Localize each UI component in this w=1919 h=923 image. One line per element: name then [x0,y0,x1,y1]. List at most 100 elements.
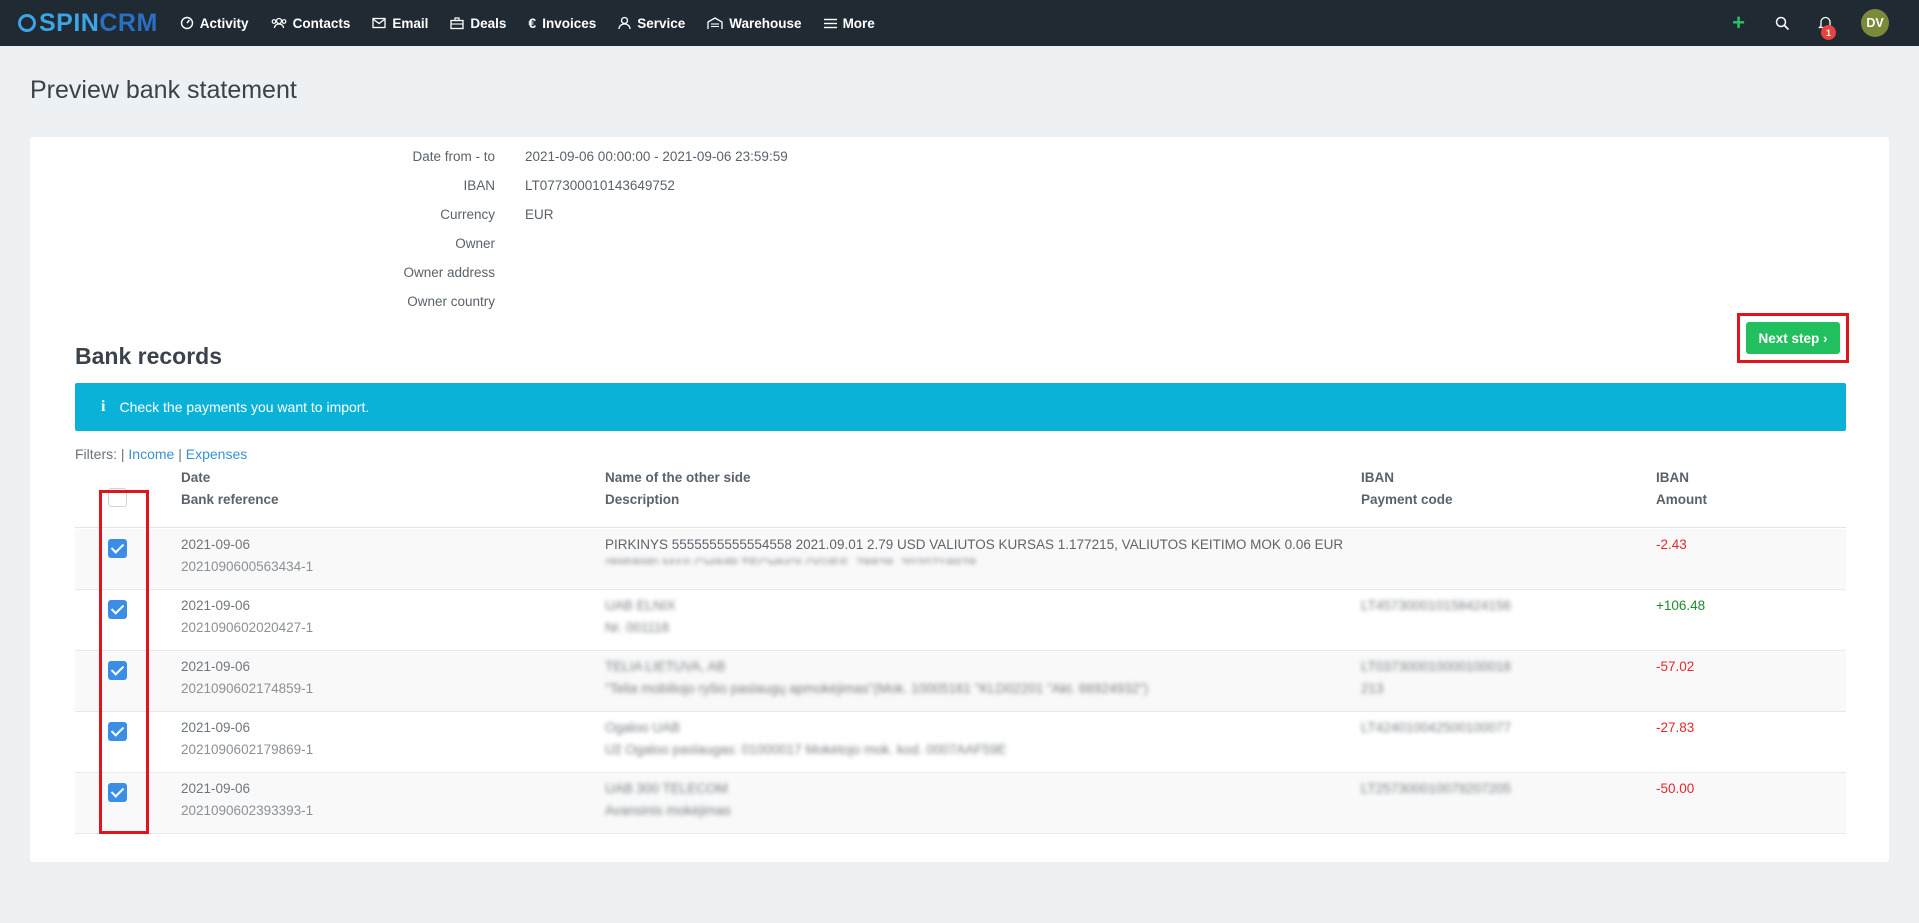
row-iban: LT037300010000100018 [1361,659,1511,674]
nav-activity[interactable]: Activity [180,16,249,31]
currency-label: Currency [440,207,495,222]
owner-label: Owner [455,236,495,251]
user-avatar[interactable]: DV [1861,9,1889,37]
iban-label: IBAN [463,178,495,193]
table-row: 2021-09-06 2021090602393393-1 UAB 300 TE… [75,773,1846,834]
row-other-side-name: Ogaloo UAB [605,720,681,735]
nav-more[interactable]: More [823,15,875,31]
row-reference: 2021090602179869-1 [181,742,314,757]
service-icon [618,16,631,30]
owner-country-label: Owner country [407,294,495,309]
notifications-button[interactable]: 1 [1818,15,1836,40]
row-amount: -27.83 [1656,720,1695,735]
info-alert: i Check the payments you want to import. [75,383,1846,431]
row-date: 2021-09-06 [181,537,251,552]
row-description: (895898) MAILCHIMP TECHNOLOGIES, 78828, … [605,556,976,564]
statement-card: Date from - to 2021-09-06 00:00:00 - 202… [30,137,1889,862]
row-amount: -57.02 [1656,659,1695,674]
owner-address-label: Owner address [403,265,495,280]
nav-service[interactable]: Service [618,16,685,31]
nav-warehouse-label: Warehouse [729,15,802,31]
table-row: 2021-09-06 2021090602020427-1 UAB ELNIX … [75,590,1846,651]
bank-records-title: Bank records [75,343,223,369]
logo-text-spin: SPIN [39,8,100,37]
add-new-button[interactable]: + [1732,12,1745,34]
euro-icon: € [528,15,537,31]
filters-bar: Filters: | Income | Expenses [75,446,247,462]
row-other-side-name: UAB 300 TELECOM [605,781,728,796]
row-payment-code: 213 [1361,681,1384,696]
header-description: Description [605,492,680,507]
envelope-icon [372,17,386,29]
date-range-label: Date from - to [412,149,495,164]
table-row: 2021-09-06 2021090602174859-1 TELIA LIET… [75,651,1846,712]
row-amount: -2.43 [1656,537,1687,552]
filter-income-link[interactable]: Income [128,446,174,462]
contacts-icon [271,16,287,30]
row-other-side-name: TELIA LIETUVA, AB [605,659,726,674]
filter-expenses-link[interactable]: Expenses [186,446,247,462]
header-other-side-name: Name of the other side [605,470,751,485]
row-other-side-name: UAB ELNIX [605,598,676,613]
info-icon: i [101,398,106,415]
notification-count-badge: 1 [1821,25,1836,40]
alert-text: Check the payments you want to import. [119,399,370,415]
search-icon [1775,16,1790,30]
nav-activity-label: Activity [199,15,249,31]
row-iban: LT424010042500100077 [1361,720,1511,735]
nav-email[interactable]: Email [372,16,428,31]
menu-icon [823,18,837,29]
header-date: Date [181,470,211,485]
row-description: "Telia mobiliojo ryšio paslaugų apmokėji… [605,681,1149,696]
logo-text-crm: CRM [99,8,158,37]
row-iban: LT257300010079207205 [1361,781,1511,796]
nav-right-tools: + 1 DV [1732,0,1889,46]
dashboard-icon [180,16,194,30]
nav-invoices[interactable]: € Invoices [528,15,596,31]
nav-deals[interactable]: Deals [450,16,506,31]
row-description: Avansinis mokėjimas [605,803,731,818]
next-step-highlight: Next step › [1737,313,1849,363]
row-amount: -50.00 [1656,781,1695,796]
table-row: 2021-09-06 2021090600563434-1 PIRKINYS 5… [75,529,1846,590]
page-title: Preview bank statement [30,76,297,104]
nav-invoices-label: Invoices [542,15,597,31]
currency-value: EUR [525,207,554,222]
table-header: Date Bank reference Name of the other si… [75,469,1846,528]
header-payment-code: Payment code [1361,492,1453,507]
nav-contacts-label: Contacts [292,15,351,31]
date-range-value: 2021-09-06 00:00:00 - 2021-09-06 23:59:5… [525,149,788,164]
header-iban-2: IBAN [1656,470,1689,485]
search-button[interactable] [1775,16,1790,31]
header-bank-reference: Bank reference [181,492,279,507]
row-description: Nr. 001118 [605,620,670,635]
spincrm-logo[interactable]: SPIN CRM [18,9,158,38]
row-date: 2021-09-06 [181,781,251,796]
row-reference: 2021090602393393-1 [181,803,314,818]
nav-warehouse[interactable]: Warehouse [707,15,802,31]
nav-email-label: Email [392,15,429,31]
row-date: 2021-09-06 [181,598,251,613]
row-reference: 2021090602174859-1 [181,681,314,696]
iban-value: LT077300010143649752 [525,178,675,193]
nav-service-label: Service [637,15,686,31]
filter-separator: | [178,446,182,462]
row-amount: +106.48 [1656,598,1706,613]
nav-contacts[interactable]: Contacts [271,15,351,31]
top-navbar: SPIN CRM Activity Contacts Email Deals € … [0,0,1919,46]
nav-deals-label: Deals [470,15,507,31]
header-iban: IBAN [1361,470,1394,485]
row-date: 2021-09-06 [181,720,251,735]
next-step-button[interactable]: Next step › [1746,322,1840,354]
nav-more-label: More [842,15,875,31]
checkbox-column-highlight [99,490,149,834]
row-date: 2021-09-06 [181,659,251,674]
table-row: 2021-09-06 2021090602179869-1 Ogaloo UAB… [75,712,1846,773]
row-description: Už Ogaloo paslaugas: 01000017 Mokėtojo m… [605,742,1007,757]
spin-logo-icon [18,14,36,32]
header-amount: Amount [1656,492,1707,507]
row-reference: 2021090602020427-1 [181,620,314,635]
warehouse-icon [707,16,723,30]
briefcase-icon [450,16,465,30]
row-iban: LT457300010158424156 [1361,598,1511,613]
